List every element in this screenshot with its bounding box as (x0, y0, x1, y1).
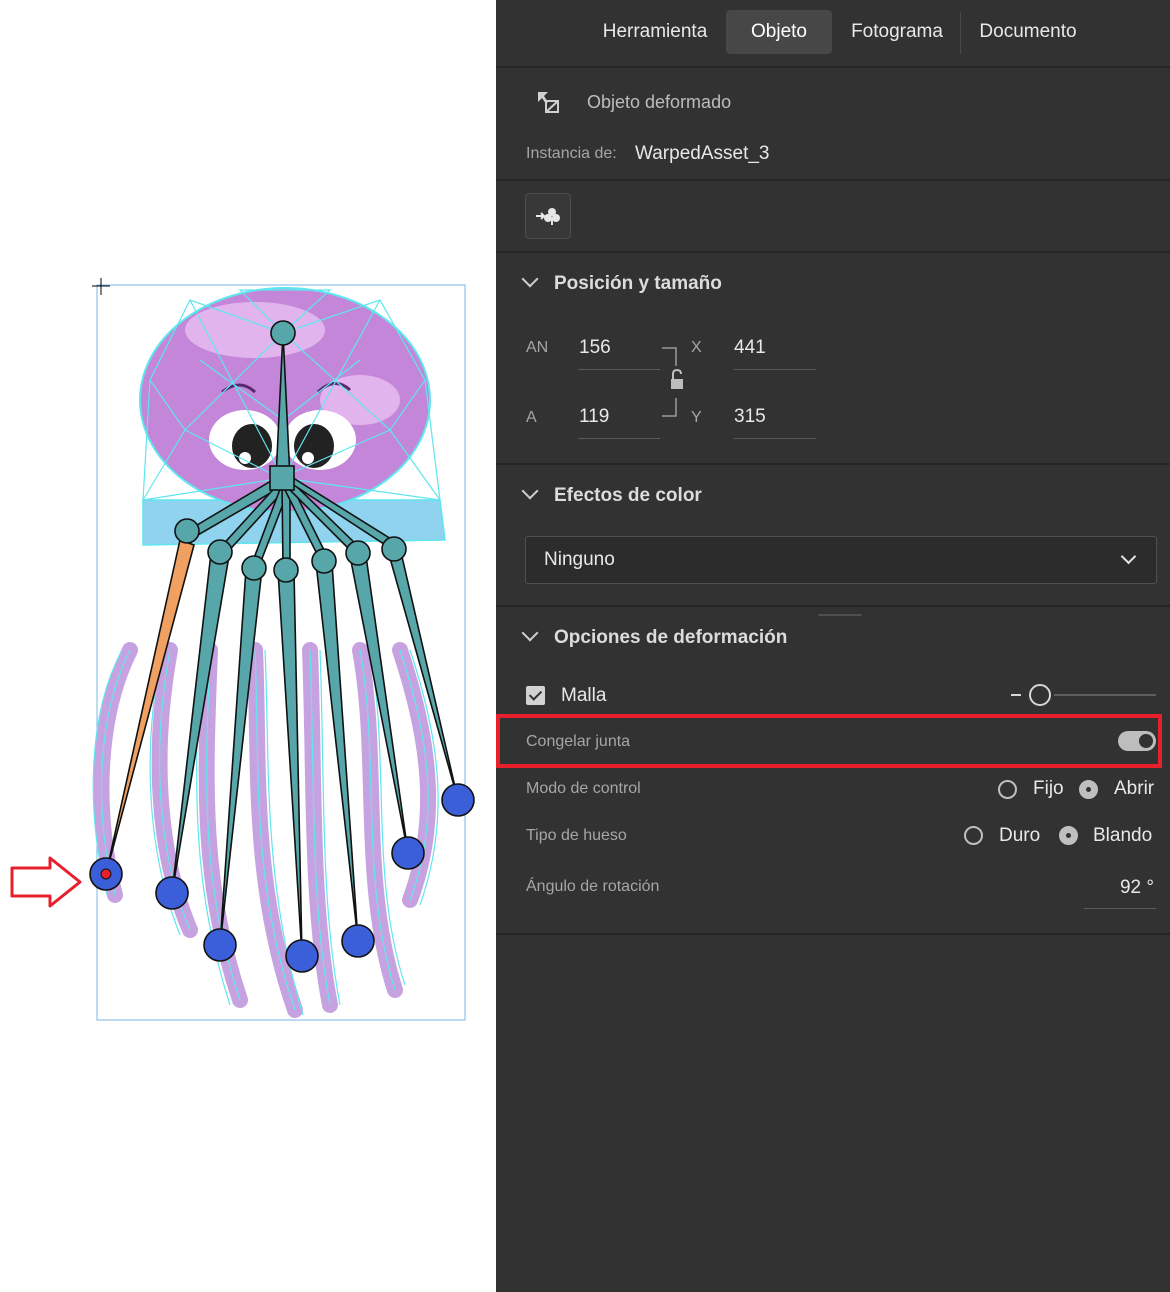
bone-type-duro-label: Duro (999, 825, 1041, 846)
section-title: Efectos de color (554, 485, 702, 506)
mesh-density-slider-thumb[interactable] (1029, 684, 1051, 706)
chevron-down-icon (521, 270, 539, 288)
control-mode-label: Modo de control (526, 780, 641, 797)
mesh-checkbox[interactable] (526, 686, 545, 705)
registration-crosshair (92, 278, 110, 295)
instance-name: WarpedAsset_3 (635, 143, 770, 164)
divider (496, 605, 1170, 607)
mesh-label: Malla (561, 685, 607, 706)
bone-type-label: Tipo de hueso (526, 827, 627, 844)
bone-type-duro-radio[interactable] (964, 826, 983, 845)
rotation-angle-input[interactable]: 92 ° (1096, 877, 1154, 899)
divider (496, 251, 1170, 253)
y-label: Y (691, 409, 702, 426)
root-bone-joint[interactable] (269, 465, 295, 491)
width-input[interactable]: 156 (579, 337, 611, 359)
jellyfish-artwork[interactable] (0, 0, 496, 1292)
color-effect-value: Ninguno (544, 549, 615, 570)
freeze-joint-label: Congelar junta (526, 733, 631, 750)
arrow-right-icon (10, 856, 82, 908)
instance-of-label: Instancia de: (526, 145, 617, 162)
control-mode-abrir-label: Abrir (1114, 778, 1155, 799)
stage-canvas[interactable] (0, 0, 496, 1292)
control-mode-fijo-radio[interactable] (998, 780, 1017, 799)
section-warp-options[interactable]: Opciones de deformación (521, 624, 788, 649)
control-mode-fijo-label: Fijo (1033, 778, 1064, 799)
height-label: A (526, 409, 537, 426)
width-input-underline (578, 369, 660, 370)
bone-type-blando-label: Blando (1093, 825, 1153, 846)
color-effect-select[interactable]: Ninguno (525, 536, 1157, 584)
slider-minus-icon (1011, 694, 1021, 696)
tab-fotograma[interactable]: Fotograma (836, 10, 958, 54)
y-input-underline (734, 438, 816, 439)
object-type-label: Objeto deformado (587, 92, 732, 112)
y-input[interactable]: 315 (734, 406, 766, 428)
panel-tabs: Herramienta Objeto Fotograma Documento (496, 0, 1170, 68)
tab-separator (960, 12, 961, 54)
section-position-size[interactable]: Posición y tamaño (521, 270, 722, 295)
chevron-down-icon (1120, 548, 1137, 565)
panel-resize-grip[interactable] (818, 614, 862, 616)
lock-open-icon[interactable] (660, 346, 686, 418)
rotation-input-underline (1084, 908, 1156, 909)
tab-documento[interactable]: Documento (966, 10, 1090, 54)
selected-joint-center (100, 868, 112, 880)
tab-herramienta[interactable]: Herramienta (586, 10, 724, 54)
x-input[interactable]: 441 (734, 337, 766, 359)
height-input[interactable]: 119 (579, 406, 609, 428)
divider (496, 179, 1170, 181)
x-label: X (691, 339, 702, 356)
divider (496, 463, 1170, 465)
section-title: Posición y tamaño (554, 273, 722, 294)
mesh-density-slider[interactable] (1054, 694, 1156, 696)
properties-panel: Herramienta Objeto Fotograma Documento O… (496, 0, 1170, 1292)
section-color-effects[interactable]: Efectos de color (521, 482, 702, 507)
swap-symbol-icon (536, 208, 560, 225)
divider (496, 933, 1170, 935)
swap-symbol-button[interactable] (525, 193, 571, 239)
height-input-underline (578, 438, 660, 439)
bone-type-blando-radio[interactable] (1059, 826, 1078, 845)
width-label: AN (526, 339, 549, 356)
control-mode-abrir-radio[interactable] (1079, 780, 1098, 799)
tab-objeto[interactable]: Objeto (726, 10, 832, 54)
chevron-down-icon (521, 482, 539, 500)
section-title: Opciones de deformación (554, 627, 788, 648)
x-input-underline (734, 369, 816, 370)
chevron-down-icon (521, 624, 539, 642)
rotation-angle-label: Ángulo de rotación (526, 878, 660, 895)
warped-object-icon (538, 92, 559, 113)
freeze-joint-toggle[interactable] (1118, 731, 1156, 751)
